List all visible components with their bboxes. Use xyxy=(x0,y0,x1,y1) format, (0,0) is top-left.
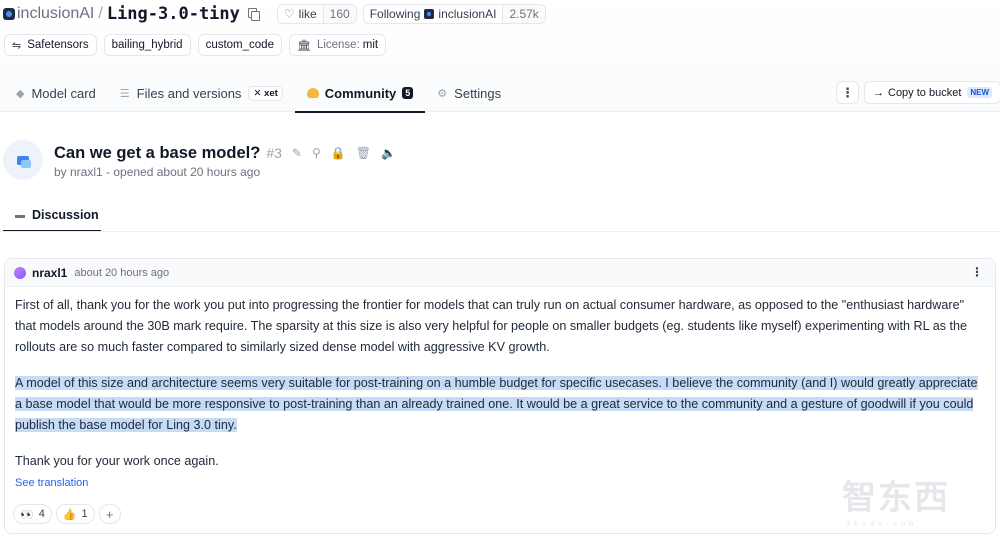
add-reaction-button[interactable]: + xyxy=(98,504,121,524)
trash-icon[interactable]: 🗑 xyxy=(356,146,371,160)
copy-to-bucket-button[interactable]: → Copy to bucket NEW xyxy=(864,81,1000,104)
org-logo-icon xyxy=(424,9,435,19)
tags-row: ⇋ Safetensors bailing_hybrid custom_code… xyxy=(4,34,387,56)
watermark-logo: 智东西 zhidx.com xyxy=(842,470,982,528)
eyes-icon: 👀 xyxy=(20,508,34,521)
tag-label: Safetensors xyxy=(27,39,89,51)
like-count: 160 xyxy=(322,5,356,23)
repo-title-row: inclusionAI / Ling-3.0-tiny ♡ like 160 Fo… xyxy=(3,3,546,25)
edit-icon[interactable]: ✎ xyxy=(292,146,302,160)
comment-paragraph-highlighted: A model of this size and architecture se… xyxy=(15,373,985,436)
tab-label: Settings xyxy=(454,85,502,101)
license-icon: 🏛 xyxy=(296,39,311,52)
comment-paragraph: Thank you for your work once again. xyxy=(15,454,219,468)
heart-icon: ♡ xyxy=(283,7,295,21)
community-count-badge: 5 xyxy=(402,87,414,99)
repo-header: inclusionAI / Ling-3.0-tiny ♡ like 160 Fo… xyxy=(0,0,1000,113)
tag-bailing-hybrid[interactable]: bailing_hybrid xyxy=(103,34,191,56)
tab-label: Model card xyxy=(31,85,96,101)
discussion-meta: by nraxl1 - opened about 20 hours ago xyxy=(54,165,261,179)
follow-button[interactable]: Following inclusionAI 2.57k xyxy=(362,4,546,24)
following-label: Following xyxy=(369,7,421,21)
discussion-tab-icon: ▬ xyxy=(15,209,25,221)
comment-time: about 20 hours ago xyxy=(74,266,170,279)
cube-icon: ◆ xyxy=(16,87,25,100)
reaction-count: 1 xyxy=(81,508,88,520)
copy-icon[interactable] xyxy=(247,8,260,21)
arrow-right-icon: → xyxy=(873,86,884,99)
reaction-count: 4 xyxy=(38,508,45,520)
discussion-title-row: Can we get a base model? #3 ✎ ⚲ 🔒 🗑 🔈 xyxy=(54,142,396,164)
copy-bucket-label: Copy to bucket xyxy=(888,86,962,99)
discussion-title: Can we get a base model? xyxy=(54,143,261,162)
tab-settings[interactable]: ⚙ Settings xyxy=(425,74,513,112)
org-logo-icon xyxy=(3,8,15,20)
tab-model-card[interactable]: ◆ Model card xyxy=(0,74,108,112)
path-separator: / xyxy=(98,5,103,22)
reactions-bar: 👀 4 👍 1 + xyxy=(13,504,121,524)
comment-body: First of all, thank you for the work you… xyxy=(5,287,995,491)
comment-paragraph: First of all, thank you for the work you… xyxy=(15,298,967,354)
thumbs-up-icon: 👍 xyxy=(62,508,77,521)
reaction-eyes[interactable]: 👀 4 xyxy=(13,504,52,524)
org-link[interactable]: inclusionAI xyxy=(17,5,94,23)
tab-label: Community xyxy=(324,85,397,101)
community-icon xyxy=(306,88,319,98)
lock-icon[interactable]: 🔒 xyxy=(331,146,346,160)
gear-icon: ⚙ xyxy=(437,87,448,100)
comment-header: nraxl1 about 20 hours ago ⋮ xyxy=(5,259,995,287)
new-badge: NEW xyxy=(967,87,993,98)
comment-author[interactable]: nraxl1 xyxy=(32,266,67,280)
tag-license[interactable]: 🏛 License: mit xyxy=(288,34,387,56)
tab-files[interactable]: ☰ Files and versions ✕ xet xyxy=(108,74,295,112)
more-options-button[interactable]: ⋮ xyxy=(836,81,859,104)
watermark-text: 智东西 xyxy=(842,478,950,518)
repo-name[interactable]: Ling-3.0-tiny xyxy=(107,4,240,24)
discussion-number: #3 xyxy=(266,145,282,161)
mute-icon[interactable]: 🔈 xyxy=(381,146,396,160)
avatar[interactable] xyxy=(14,266,26,279)
tag-label: mit xyxy=(362,39,379,51)
tag-label: custom_code xyxy=(205,39,274,51)
watermark-sub: zhidx.com xyxy=(846,519,917,528)
repo-tabs: ◆ Model card ☰ Files and versions ✕ xet … xyxy=(0,74,513,113)
divider xyxy=(0,231,1000,232)
tag-custom-code[interactable]: custom_code xyxy=(197,34,282,56)
safetensors-icon: ⇋ xyxy=(12,39,22,52)
tab-discussion[interactable]: ▬ Discussion xyxy=(3,198,101,232)
discussion-icon xyxy=(3,140,43,180)
highlighted-text: A model of this size and architecture se… xyxy=(15,376,978,432)
tab-community[interactable]: Community 5 xyxy=(294,74,426,113)
followers-count: 2.57k xyxy=(502,5,545,23)
tag-safetensors[interactable]: ⇋ Safetensors xyxy=(4,34,97,56)
tag-label: bailing_hybrid xyxy=(111,39,183,51)
files-icon: ☰ xyxy=(119,87,130,100)
pin-icon[interactable]: ⚲ xyxy=(312,146,321,160)
like-button[interactable]: ♡ like 160 xyxy=(276,4,357,24)
reaction-thumbs-up[interactable]: 👍 1 xyxy=(55,504,95,524)
xet-badge: ✕ xet xyxy=(248,85,283,101)
see-translation-link[interactable]: See translation xyxy=(15,475,985,491)
comment-more-icon[interactable]: ⋮ xyxy=(971,265,983,279)
license-prefix: License: xyxy=(316,39,360,51)
following-org: inclusionAI xyxy=(438,7,497,21)
tab-label: Discussion xyxy=(32,208,99,222)
xet-label: xet xyxy=(264,87,278,99)
tab-label: Files and versions xyxy=(136,85,242,101)
like-label: like xyxy=(298,7,317,21)
